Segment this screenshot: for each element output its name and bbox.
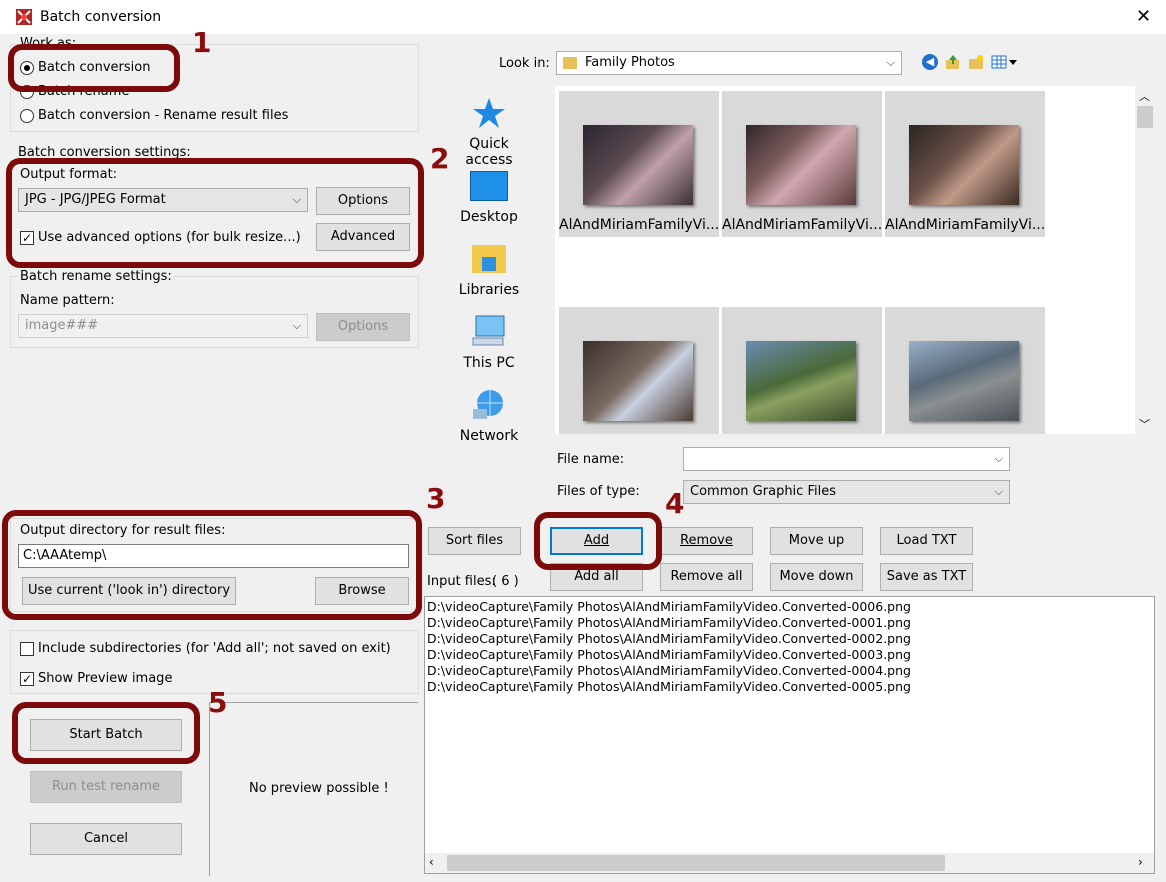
name-pattern-select[interactable]: image### ⌵ <box>18 314 308 338</box>
remove-button[interactable]: Remove <box>660 527 753 555</box>
annotation-number-2: 2 <box>430 142 450 175</box>
annotation-ring-1 <box>8 44 180 92</box>
up-folder-icon[interactable] <box>945 54 961 70</box>
desktop-icon[interactable] <box>470 171 508 201</box>
preview-text: No preview possible ! <box>249 781 389 796</box>
chevron-down-icon: ⌵ <box>292 319 301 332</box>
file-type-select[interactable]: Common Graphic Files ⌵ <box>683 480 1010 504</box>
list-item[interactable]: D:\videoCapture\Family Photos\AlAndMiria… <box>427 631 1154 647</box>
thumbnail-image <box>583 125 693 205</box>
thumbnail-item[interactable] <box>885 307 1045 434</box>
thumbnail-caption: AlAndMiriamFamilyVi... <box>885 217 1045 233</box>
libraries-icon[interactable] <box>470 243 508 275</box>
horizontal-scrollbar[interactable]: ‹ › <box>425 853 1154 873</box>
this-pc-icon[interactable] <box>470 314 508 348</box>
scrollbar-thumb[interactable] <box>1137 106 1153 128</box>
load-txt-button[interactable]: Load TXT <box>880 527 973 555</box>
radio-conversion-rename[interactable] <box>20 109 34 123</box>
thumbnail-item[interactable] <box>722 307 882 434</box>
file-name-label: File name: <box>557 452 625 467</box>
chevron-down-icon: ⌵ <box>994 485 1003 498</box>
thumbnail-image <box>746 125 856 205</box>
thumbnail-image <box>909 341 1019 421</box>
thumbnail-caption: AlAndMiriamFamilyVi... <box>559 217 719 233</box>
quick-access-icon[interactable] <box>472 96 506 130</box>
file-type-label: Files of type: <box>557 484 640 499</box>
file-name-select[interactable]: ⌵ <box>683 447 1010 471</box>
network-icon[interactable] <box>470 387 508 421</box>
show-preview-checkbox[interactable]: ✓ <box>20 672 34 686</box>
new-folder-icon[interactable] <box>968 54 984 70</box>
scroll-up-icon[interactable]: ︿ <box>1139 88 1150 104</box>
rename-options-button[interactable]: Options <box>316 313 410 341</box>
thumbnail-item[interactable]: AlAndMiriamFamilyVi... <box>559 91 719 237</box>
annotation-number-4: 4 <box>665 487 685 520</box>
list-item[interactable]: D:\videoCapture\Family Photos\AlAndMiria… <box>427 679 1154 695</box>
name-pattern-label: Name pattern: <box>20 293 115 308</box>
place-libraries[interactable]: Libraries <box>444 282 534 298</box>
place-this-pc[interactable]: This PC <box>444 355 534 371</box>
view-menu-icon[interactable] <box>991 54 1019 70</box>
move-up-button[interactable]: Move up <box>770 527 863 555</box>
back-icon[interactable]: ◀ <box>922 54 938 70</box>
look-in-label: Look in: <box>499 56 550 71</box>
thumbnail-item[interactable]: AlAndMiriamFamilyVi... <box>885 91 1045 237</box>
input-files-count: ( 6 ) <box>492 574 519 589</box>
annotation-number-5: 5 <box>208 686 228 719</box>
scroll-right-icon[interactable]: › <box>1138 855 1143 869</box>
place-quick-access[interactable]: Quick access <box>444 136 534 168</box>
thumbnail-item[interactable]: AlAndMiriamFamilyVi... <box>722 91 882 237</box>
list-item[interactable]: D:\videoCapture\Family Photos\AlAndMiria… <box>427 647 1154 663</box>
thumbnail-image <box>909 125 1019 205</box>
list-item[interactable]: D:\videoCapture\Family Photos\AlAndMiria… <box>427 599 1154 615</box>
name-pattern-value: image### <box>25 318 99 333</box>
folder-icon <box>563 57 577 69</box>
thumbnail-item[interactable] <box>559 307 719 434</box>
chevron-down-icon: ⌵ <box>994 452 1003 465</box>
save-as-txt-button[interactable]: Save as TXT <box>880 563 973 591</box>
remove-all-button[interactable]: Remove all <box>660 563 753 591</box>
move-down-button[interactable]: Move down <box>770 563 863 591</box>
annotation-ring-3 <box>2 510 422 620</box>
list-item[interactable]: D:\videoCapture\Family Photos\AlAndMiria… <box>427 615 1154 631</box>
thumbnail-scrollbar[interactable]: ︿ ﹀ <box>1135 86 1155 434</box>
annotation-ring-2 <box>6 158 424 268</box>
cancel-button[interactable]: Cancel <box>30 823 182 855</box>
thumbnail-image <box>583 341 693 421</box>
place-network[interactable]: Network <box>444 428 534 444</box>
radio-conversion-rename-label[interactable]: Batch conversion - Rename result files <box>38 108 288 123</box>
thumbnail-caption: AlAndMiriamFamilyVi... <box>722 217 882 233</box>
show-preview-label[interactable]: Show Preview image <box>38 671 172 686</box>
close-icon[interactable]: ✕ <box>1136 6 1151 27</box>
include-subdirs-label[interactable]: Include subdirectories (for 'Add all'; n… <box>38 641 391 656</box>
rename-settings-legend: Batch rename settings: <box>18 269 174 284</box>
include-subdirs-checkbox[interactable] <box>20 642 34 656</box>
annotation-ring-5 <box>12 702 200 764</box>
title-bar: Batch conversion ✕ <box>0 0 1166 34</box>
scrollbar-thumb[interactable] <box>447 855 945 871</box>
thumbnail-image <box>746 341 856 421</box>
input-files-list[interactable]: D:\videoCapture\Family Photos\AlAndMiria… <box>424 596 1155 874</box>
app-icon <box>14 7 34 27</box>
file-type-value: Common Graphic Files <box>690 484 836 499</box>
chevron-down-icon: ⌵ <box>886 56 895 69</box>
input-files-label: Input files: <box>427 574 496 589</box>
run-test-rename-button[interactable]: Run test rename <box>30 771 182 803</box>
list-item[interactable]: D:\videoCapture\Family Photos\AlAndMiria… <box>427 663 1154 679</box>
annotation-ring-4 <box>534 512 662 570</box>
sort-files-button[interactable]: Sort files <box>428 527 521 555</box>
look-in-select[interactable]: Family Photos ⌵ <box>556 51 902 75</box>
scroll-left-icon[interactable]: ‹ <box>429 855 434 869</box>
annotation-number-3: 3 <box>426 482 446 515</box>
annotation-number-1: 1 <box>192 26 212 59</box>
look-in-value: Family Photos <box>585 55 675 70</box>
window-title: Batch conversion <box>40 9 162 25</box>
scroll-down-icon[interactable]: ﹀ <box>1139 416 1150 432</box>
place-desktop[interactable]: Desktop <box>444 209 534 225</box>
